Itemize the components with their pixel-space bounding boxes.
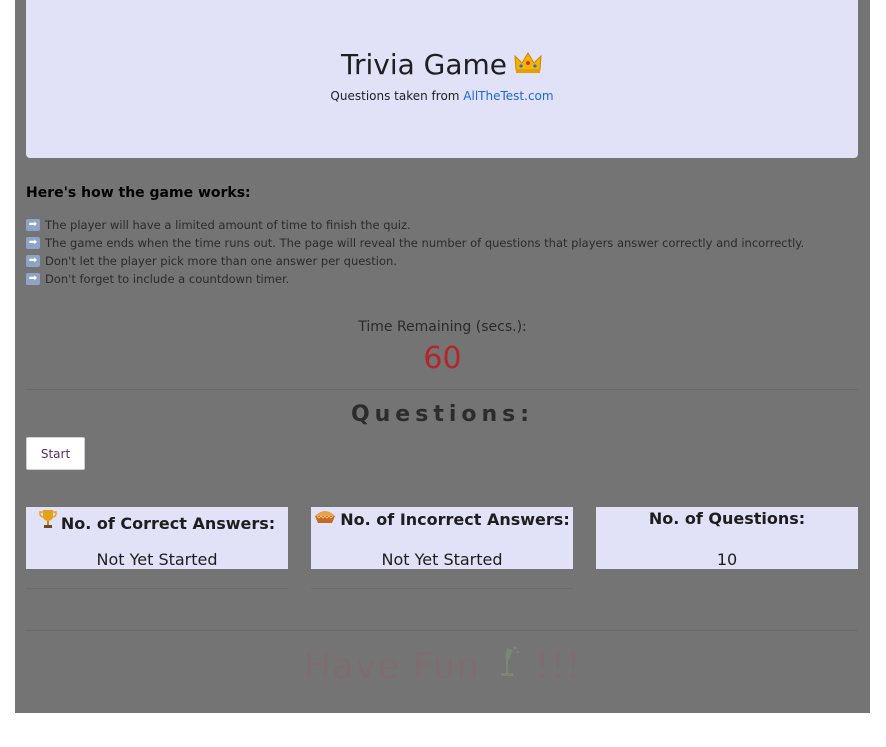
questions-title: Questions:	[350, 402, 535, 427]
divider	[26, 389, 858, 390]
timer-value: 60	[423, 341, 462, 376]
question-count-value: 10	[716, 550, 738, 569]
rule-item: ➡ Don't forget to include a countdown ti…	[26, 270, 804, 288]
source-link[interactable]: AllTheTest.com	[463, 89, 553, 103]
footer-exclaim: !!!	[535, 646, 582, 687]
champagne-icon	[480, 646, 535, 687]
rule-item: ➡ Don't let the player pick more than on…	[26, 252, 804, 270]
correct-answers-value: Not Yet Started	[96, 550, 218, 569]
crown-icon	[513, 48, 543, 81]
rule-text: The player will have a limited amount of…	[45, 218, 411, 232]
footer-message: Have Fun !!!	[15, 646, 870, 687]
correct-answers-title: No. of Correct Answers:	[26, 509, 288, 533]
start-button[interactable]: Start	[26, 437, 85, 470]
question-count-title: No. of Questions:	[648, 509, 806, 528]
subtitle-prefix: Questions taken from	[330, 89, 464, 103]
rule-text: Don't let the player pick more than one …	[45, 254, 397, 268]
incorrect-answers-title: No. of Incorrect Answers:	[311, 509, 573, 529]
right-arrow-icon: ➡	[26, 255, 40, 267]
incorrect-answers-card: No. of Incorrect Answers: Not Yet Starte…	[311, 507, 573, 569]
trophy-icon	[39, 509, 57, 533]
divider	[26, 630, 858, 631]
rule-item: ➡ The game ends when the time runs out. …	[26, 234, 804, 252]
question-count-card: No. of Questions: 10	[596, 507, 858, 569]
rules-list: ➡ The player will have a limited amount …	[26, 216, 804, 288]
rule-text: Don't forget to include a countdown time…	[45, 272, 290, 286]
page-title-text: Trivia Game	[340, 48, 508, 81]
rule-item: ➡ The player will have a limited amount …	[26, 216, 804, 234]
page-title: Trivia Game	[26, 48, 858, 81]
subtitle: Questions taken from AllTheTest.com	[26, 89, 858, 103]
divider	[26, 588, 288, 589]
page-overlay: Trivia Game Questions taken from AllTheT…	[15, 0, 870, 713]
pie-icon	[314, 509, 336, 529]
right-arrow-icon: ➡	[26, 273, 40, 285]
incorrect-answers-title-text: No. of Incorrect Answers:	[340, 510, 570, 529]
incorrect-answers-value: Not Yet Started	[381, 550, 503, 569]
divider	[311, 588, 573, 589]
correct-answers-title-text: No. of Correct Answers:	[60, 514, 276, 533]
correct-answers-card: No. of Correct Answers: Not Yet Started	[26, 507, 288, 569]
right-arrow-icon: ➡	[26, 237, 40, 249]
instructions-heading: Here's how the game works:	[26, 185, 251, 201]
footer-text: Have Fun	[303, 646, 481, 687]
header-jumbotron: Trivia Game Questions taken from AllTheT…	[26, 0, 858, 158]
timer-label: Time Remaining (secs.):	[358, 319, 527, 335]
rule-text: The game ends when the time runs out. Th…	[45, 236, 805, 250]
right-arrow-icon: ➡	[26, 219, 40, 231]
